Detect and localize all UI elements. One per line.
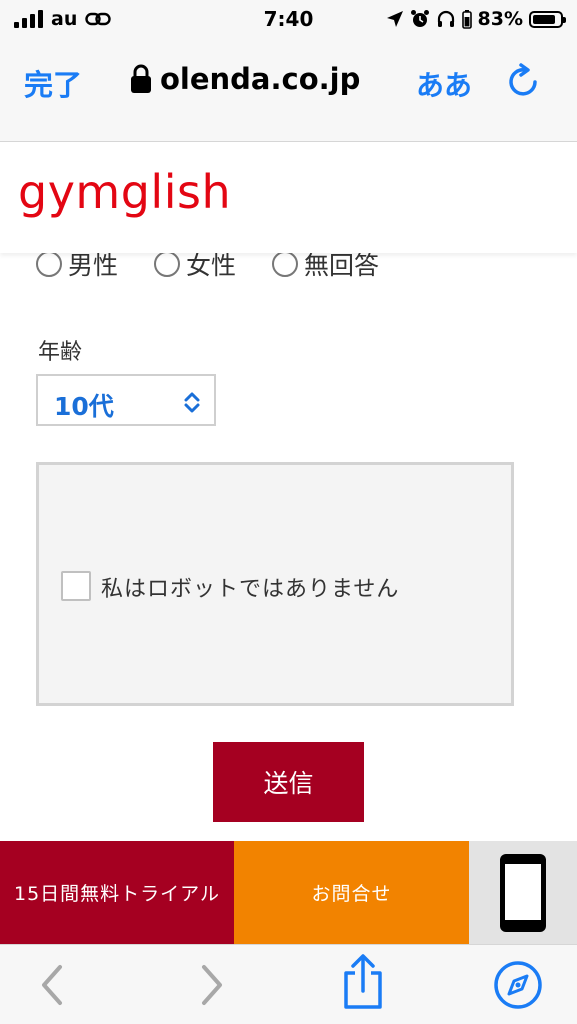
- personal-hotspot-icon: [85, 12, 112, 26]
- select-arrows-icon: [184, 392, 200, 413]
- headphones-icon: [437, 10, 454, 27]
- chevron-left-icon[interactable]: [36, 961, 68, 1009]
- age-label: 年齢: [38, 340, 83, 365]
- radio-button[interactable]: [36, 251, 62, 277]
- app-download-button[interactable]: [469, 841, 577, 944]
- radio-button[interactable]: [154, 251, 181, 277]
- cta-bar: 15日間無料トライアル お問合せ: [0, 841, 577, 944]
- battery-icon: [529, 10, 566, 28]
- status-bar: au 7:40 83%: [0, 0, 577, 40]
- chevron-right-icon[interactable]: [196, 961, 228, 1009]
- contact-button[interactable]: お問合せ: [234, 841, 469, 944]
- smartphone-icon: [500, 853, 546, 932]
- location-arrow-icon: [386, 11, 403, 27]
- text-size-button[interactable]: ああ: [416, 64, 472, 104]
- done-button[interactable]: 完了: [24, 62, 82, 104]
- lock-icon: [131, 64, 151, 93]
- recaptcha-widget: 私はロボットではありません: [36, 462, 514, 706]
- recaptcha-label: 私はロボットではありません: [101, 577, 400, 602]
- free-trial-button[interactable]: 15日間無料トライアル: [0, 841, 234, 944]
- battery-fill: [533, 14, 555, 24]
- battery-percentage: 83%: [477, 8, 523, 30]
- share-icon[interactable]: [340, 953, 386, 1011]
- alarm-clock-icon: [410, 10, 429, 27]
- cellular-signal-icon: [14, 10, 43, 28]
- compass-icon[interactable]: [492, 959, 544, 1011]
- url-address[interactable]: olenda.co.jp: [160, 62, 360, 96]
- submit-button[interactable]: 送信: [213, 742, 364, 822]
- browser-bottom-toolbar: [0, 944, 577, 1024]
- reload-icon[interactable]: [503, 62, 543, 102]
- recaptcha-checkbox[interactable]: [61, 571, 91, 601]
- radio-button[interactable]: [272, 251, 299, 277]
- age-selected-value: 10代: [54, 392, 114, 421]
- carrier-name: au: [51, 8, 78, 30]
- site-logo[interactable]: gymglish: [18, 165, 231, 219]
- browser-url-bar: 完了 olenda.co.jp ああ: [0, 40, 577, 142]
- site-header: gymglish: [0, 143, 577, 253]
- battery-vertical-icon: [461, 10, 472, 29]
- age-select[interactable]: 10代: [36, 374, 216, 426]
